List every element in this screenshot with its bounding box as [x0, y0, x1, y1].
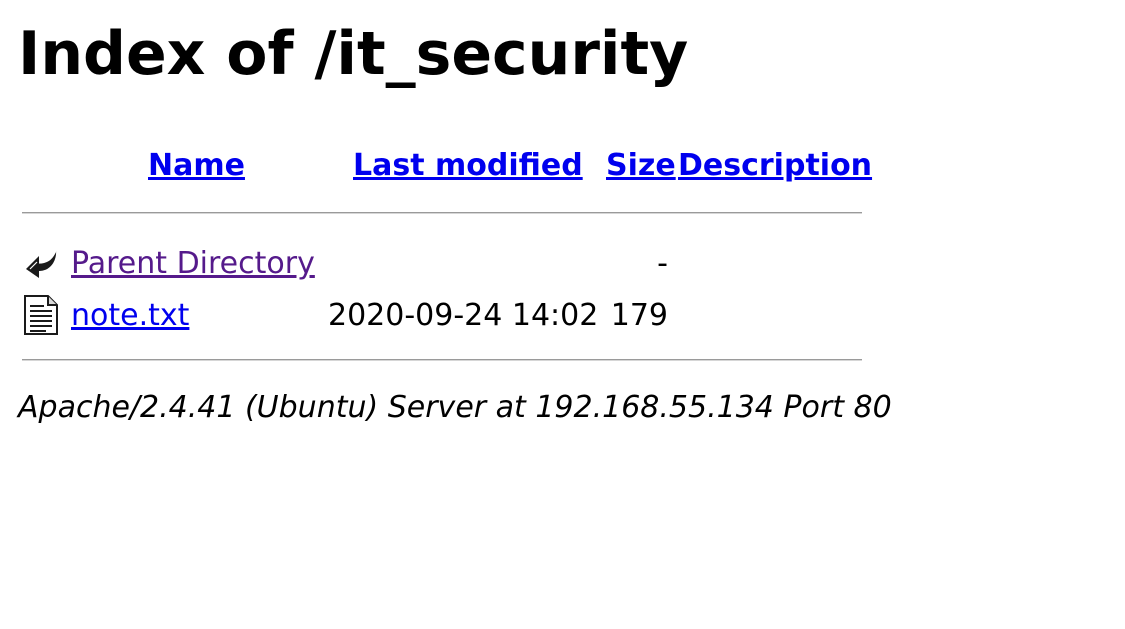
text-file-icon: [22, 295, 62, 335]
sort-by-size-link[interactable]: Size: [606, 146, 676, 186]
last-modified-cell: 2020-09-24 14:02: [328, 298, 599, 333]
footer-divider: [22, 359, 862, 361]
sort-by-name-link[interactable]: Name: [148, 146, 245, 186]
directory-listing-page: Index of /it_security Name Last modified…: [0, 0, 1125, 629]
back-arrow-icon: [22, 242, 62, 282]
size-cell: -: [657, 246, 668, 281]
sort-by-last-modified-link[interactable]: Last modified: [353, 146, 583, 186]
file-link-note-txt[interactable]: note.txt: [71, 296, 189, 336]
header-divider: [22, 212, 862, 214]
size-cell: 179: [610, 298, 668, 333]
parent-directory-link[interactable]: Parent Directory: [71, 244, 315, 284]
page-title: Index of /it_security: [18, 19, 689, 89]
server-signature: Apache/2.4.41 (Ubuntu) Server at 192.168…: [18, 390, 892, 425]
sort-by-description-link[interactable]: Description: [678, 146, 872, 186]
